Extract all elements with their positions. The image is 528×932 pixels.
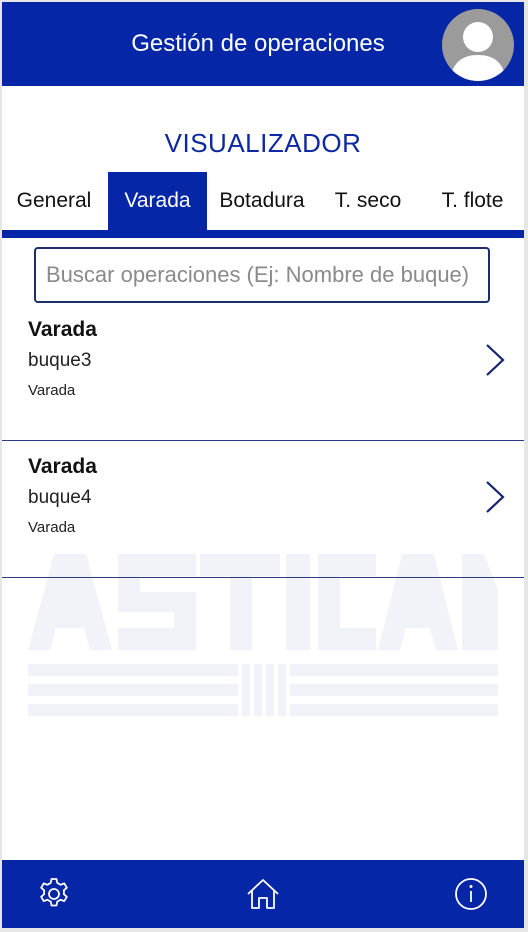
avatar[interactable]	[442, 9, 514, 81]
tab-t-flote[interactable]: T. flote	[421, 172, 524, 230]
tab-varada[interactable]: Varada	[108, 172, 207, 230]
operation-ship-name: buque3	[28, 350, 92, 371]
tab-t-seco[interactable]: T. seco	[317, 172, 419, 230]
tab-bar: General Varada Botadura T. seco T. flote	[2, 172, 524, 230]
info-icon[interactable]	[453, 876, 489, 912]
tab-underline	[2, 230, 524, 238]
operation-title: Varada	[28, 455, 97, 478]
header-bar: Gestión de operaciones	[2, 2, 524, 86]
tab-general[interactable]: General	[2, 172, 106, 230]
footer-bar	[2, 860, 524, 928]
app-screen: Gestión de operaciones VISUALIZADOR Gene…	[2, 2, 524, 928]
home-icon[interactable]	[245, 876, 281, 912]
chevron-right-icon[interactable]	[484, 342, 506, 378]
operation-status: Varada	[28, 382, 76, 399]
user-icon	[450, 22, 506, 81]
operation-status: Varada	[28, 519, 76, 536]
section-title: VISUALIZADOR	[164, 128, 362, 158]
list-divider	[2, 577, 524, 578]
operation-title: Varada	[28, 318, 97, 341]
tab-botadura[interactable]: Botadura	[209, 172, 315, 230]
gear-icon[interactable]	[36, 876, 72, 912]
operation-list-item[interactable]: Varada buque3 Varada	[2, 304, 524, 441]
search-input[interactable]	[34, 247, 490, 303]
operation-list-item[interactable]: Varada buque4 Varada	[2, 441, 524, 578]
operation-ship-name: buque4	[28, 487, 92, 508]
chevron-right-icon[interactable]	[484, 479, 506, 515]
